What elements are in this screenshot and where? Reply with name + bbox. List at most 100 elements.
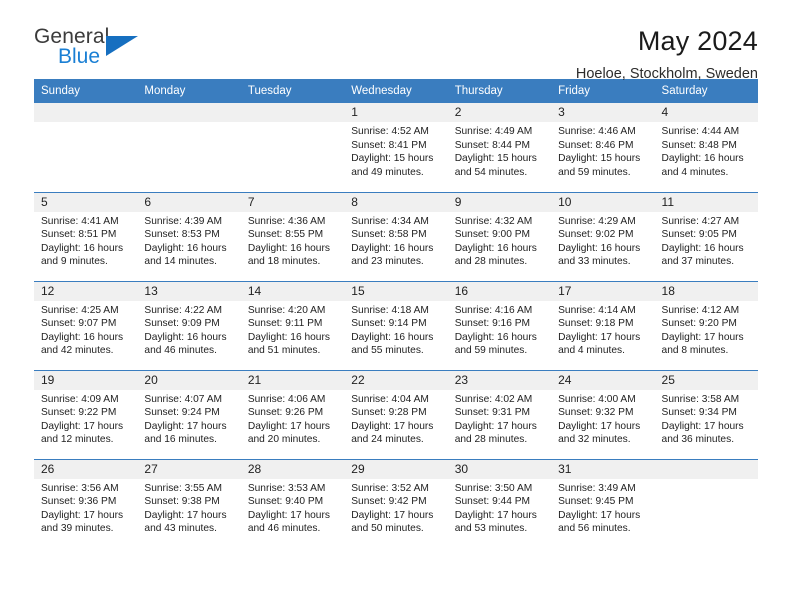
daylight-text-line2: and 37 minutes.	[661, 256, 735, 268]
day-number: 30	[447, 459, 552, 479]
day-number: 5	[34, 192, 138, 212]
daylight-text-line1: Daylight: 17 hours	[144, 509, 227, 521]
daylight-text-line2: and 50 minutes.	[351, 523, 424, 535]
sunset-text: Sunset: 9:32 PM	[558, 407, 634, 419]
sunrise-text: Sunrise: 4:14 AM	[558, 304, 636, 316]
day-details: Sunrise: 4:46 AM Sunset: 8:46 PM Daylight:…	[551, 122, 654, 179]
day-cell[interactable]: 14 Sunrise: 4:20 AM Sunset: 9:11 PM Dayligh…	[240, 280, 345, 370]
week-row: 5 Sunrise: 4:41 AM Sunset: 8:51 PM Daylight…	[34, 191, 758, 281]
sunrise-text: Sunrise: 4:27 AM	[661, 215, 740, 227]
day-cell[interactable]: 20 Sunrise: 4:07 AM Sunset: 9:24 PM Dayligh…	[137, 369, 241, 459]
day-cell[interactable]: 23 Sunrise: 4:02 AM Sunset: 9:31 PM Dayligh…	[447, 369, 552, 459]
day-number: 26	[34, 459, 138, 479]
general-blue-logo[interactable]: General Blue	[34, 26, 149, 76]
sunset-text: Sunset: 8:53 PM	[144, 229, 220, 241]
day-cell[interactable]: 11 Sunrise: 4:27 AM Sunset: 9:05 PM Dayligh…	[654, 191, 758, 281]
day-cell[interactable]: 1 Sunrise: 4:52 AM Sunset: 8:41 PM Daylight…	[344, 103, 448, 192]
sunrise-text: Sunrise: 4:41 AM	[41, 215, 119, 227]
day-cell[interactable]: 2 Sunrise: 4:49 AM Sunset: 8:44 PM Daylight…	[447, 103, 552, 192]
sunrise-text: Sunrise: 4:02 AM	[454, 393, 533, 405]
day-cell[interactable]: 8 Sunrise: 4:34 AM Sunset: 8:58 PM Daylight…	[344, 191, 448, 281]
daylight-text-line2: and 36 minutes.	[661, 434, 735, 446]
daylight-text-line1: Daylight: 16 hours	[144, 331, 227, 343]
day-cell[interactable]: 10 Sunrise: 4:29 AM Sunset: 9:02 PM Dayligh…	[551, 191, 655, 281]
day-cell[interactable]: 27 Sunrise: 3:55 AM Sunset: 9:38 PM Dayligh…	[137, 458, 241, 548]
daylight-text-line2: and 28 minutes.	[454, 256, 528, 268]
daylight-text-line2: and 18 minutes.	[247, 256, 321, 268]
day-cell[interactable]: 6 Sunrise: 4:39 AM Sunset: 8:53 PM Daylight…	[137, 191, 241, 281]
day-number: 20	[137, 370, 241, 390]
day-cell[interactable]: 19 Sunrise: 4:09 AM Sunset: 9:22 PM Dayligh…	[34, 369, 138, 459]
day-cell[interactable]: 5 Sunrise: 4:41 AM Sunset: 8:51 PM Daylight…	[34, 191, 138, 281]
day-cell[interactable]: 28 Sunrise: 3:53 AM Sunset: 9:40 PM Dayligh…	[240, 458, 345, 548]
day-cell[interactable]: 22 Sunrise: 4:04 AM Sunset: 9:28 PM Dayligh…	[344, 369, 448, 459]
day-cell[interactable]: 24 Sunrise: 4:00 AM Sunset: 9:32 PM Dayligh…	[551, 369, 655, 459]
daylight-text-line2: and 12 minutes.	[41, 434, 114, 446]
day-cell[interactable]: 15 Sunrise: 4:18 AM Sunset: 9:14 PM Dayligh…	[344, 280, 448, 370]
daylight-text-line2: and 59 minutes.	[454, 345, 528, 357]
day-details: Sunrise: 4:49 AM Sunset: 8:44 PM Daylight:…	[448, 122, 551, 179]
day-details: Sunrise: 4:52 AM Sunset: 8:41 PM Daylight:…	[344, 122, 447, 179]
day-number: 10	[551, 192, 655, 212]
day-cell[interactable]: 26 Sunrise: 3:56 AM Sunset: 9:36 PM Dayligh…	[34, 458, 138, 548]
day-number	[240, 103, 345, 122]
sunrise-text: Sunrise: 3:50 AM	[454, 482, 533, 494]
day-number: 11	[654, 192, 758, 212]
day-number: 21	[240, 370, 345, 390]
week-row: 26 Sunrise: 3:56 AM Sunset: 9:36 PM Dayligh…	[34, 458, 758, 548]
sunset-text: Sunset: 9:11 PM	[247, 318, 323, 330]
day-details: Sunrise: 3:56 AM Sunset: 9:36 PM Daylight:…	[34, 479, 137, 536]
day-number: 8	[344, 192, 448, 212]
day-number: 1	[344, 103, 448, 122]
sunset-text: Sunset: 9:22 PM	[41, 407, 117, 419]
sunrise-text: Sunrise: 4:25 AM	[41, 304, 119, 316]
sunset-text: Sunset: 9:09 PM	[144, 318, 220, 330]
day-details: Sunrise: 3:55 AM Sunset: 9:38 PM Daylight:…	[137, 479, 240, 536]
day-cell[interactable]: 16 Sunrise: 4:16 AM Sunset: 9:16 PM Dayligh…	[447, 280, 552, 370]
day-cell[interactable]: 25 Sunrise: 3:58 AM Sunset: 9:34 PM Dayligh…	[654, 369, 758, 459]
daylight-text-line2: and 23 minutes.	[351, 256, 424, 268]
sunrise-text: Sunrise: 4:36 AM	[247, 215, 326, 227]
day-cell[interactable]: 31 Sunrise: 3:49 AM Sunset: 9:45 PM Dayligh…	[551, 458, 655, 548]
sunrise-text: Sunrise: 4:07 AM	[144, 393, 223, 405]
sunrise-text: Sunrise: 4:46 AM	[558, 126, 636, 137]
sunrise-text: Sunrise: 4:16 AM	[454, 304, 533, 316]
day-number: 7	[240, 192, 345, 212]
day-details: Sunrise: 4:36 AM Sunset: 8:55 PM Daylight:…	[241, 212, 344, 269]
day-cell-empty	[34, 103, 138, 192]
sunset-text: Sunset: 9:05 PM	[661, 229, 737, 241]
day-cell[interactable]: 30 Sunrise: 3:50 AM Sunset: 9:44 PM Dayligh…	[447, 458, 552, 548]
day-number: 6	[137, 192, 241, 212]
day-cell[interactable]: 17 Sunrise: 4:14 AM Sunset: 9:18 PM Dayligh…	[551, 280, 655, 370]
daylight-text-line2: and 8 minutes.	[661, 345, 729, 357]
day-cell[interactable]: 3 Sunrise: 4:46 AM Sunset: 8:46 PM Daylight…	[551, 103, 655, 192]
sunrise-text: Sunrise: 4:18 AM	[351, 304, 429, 316]
day-cell[interactable]: 4 Sunrise: 4:44 AM Sunset: 8:48 PM Daylight…	[654, 103, 758, 192]
day-details: Sunrise: 4:18 AM Sunset: 9:14 PM Daylight:…	[344, 301, 447, 358]
day-cell[interactable]: 7 Sunrise: 4:36 AM Sunset: 8:55 PM Daylight…	[240, 191, 345, 281]
day-number: 18	[654, 281, 758, 301]
sunset-text: Sunset: 9:16 PM	[454, 318, 531, 330]
day-details: Sunrise: 3:49 AM Sunset: 9:45 PM Daylight:…	[551, 479, 654, 536]
day-number	[654, 459, 758, 479]
day-number: 22	[344, 370, 448, 390]
daylight-text-line2: and 49 minutes.	[351, 166, 424, 178]
daylight-text-line2: and 43 minutes.	[144, 523, 217, 535]
day-cell[interactable]: 21 Sunrise: 4:06 AM Sunset: 9:26 PM Dayligh…	[240, 369, 345, 459]
page-header: General Blue May 2024 Hoeloe, Stockholm,…	[34, 0, 758, 82]
daylight-text-line1: Daylight: 17 hours	[454, 420, 537, 432]
daylight-text-line1: Daylight: 17 hours	[661, 331, 744, 343]
sunset-text: Sunset: 8:55 PM	[247, 229, 324, 241]
day-cell[interactable]: 9 Sunrise: 4:32 AM Sunset: 9:00 PM Daylight…	[447, 191, 552, 281]
sunset-text: Sunset: 9:20 PM	[661, 318, 737, 330]
day-cell[interactable]: 13 Sunrise: 4:22 AM Sunset: 9:09 PM Dayligh…	[137, 280, 241, 370]
day-cell[interactable]: 18 Sunrise: 4:12 AM Sunset: 9:20 PM Dayligh…	[654, 280, 758, 370]
day-cell[interactable]: 29 Sunrise: 3:52 AM Sunset: 9:42 PM Dayligh…	[344, 458, 448, 548]
sunrise-text: Sunrise: 4:44 AM	[661, 126, 740, 137]
day-cell-empty	[654, 458, 758, 548]
sunrise-text: Sunrise: 3:53 AM	[247, 482, 326, 494]
day-cell[interactable]: 12 Sunrise: 4:25 AM Sunset: 9:07 PM Dayligh…	[34, 280, 138, 370]
sunset-text: Sunset: 8:44 PM	[454, 139, 531, 151]
day-number: 9	[447, 192, 552, 212]
day-details: Sunrise: 4:25 AM Sunset: 9:07 PM Daylight:…	[34, 301, 137, 358]
